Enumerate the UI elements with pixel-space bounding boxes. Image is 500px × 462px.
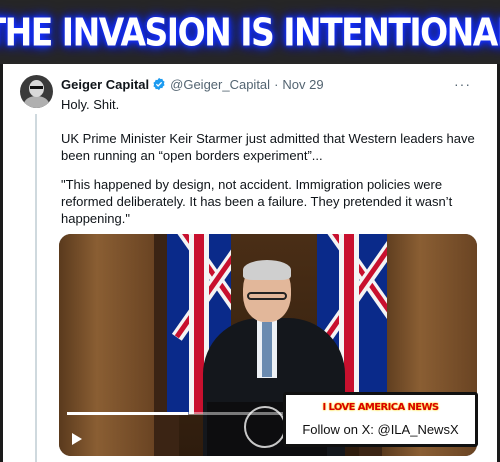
more-options-icon[interactable]: ···	[454, 76, 471, 92]
watermark-follow-text: Follow on X: @ILA_NewsX	[302, 422, 459, 437]
tweet-text-line2: UK Prime Minister Keir Starmer just admi…	[61, 131, 475, 163]
tweet-text-quote: "This happened by design, not accident. …	[61, 177, 453, 226]
author-handle[interactable]: @Geiger_Capital	[170, 77, 270, 92]
wood-panel-left	[59, 234, 154, 456]
verified-badge-icon	[153, 77, 165, 91]
video-seek-fill	[67, 412, 188, 415]
headline-banner: THE INVASION IS INTENTIONAL	[0, 0, 500, 64]
dot-separator: ·	[274, 76, 279, 92]
play-icon[interactable]	[72, 433, 82, 445]
tweet-date[interactable]: Nov 29	[282, 77, 323, 92]
tweet-header: Geiger Capital @Geiger_Capital · Nov 29	[61, 76, 324, 92]
headline-text: THE INVASION IS INTENTIONAL	[0, 9, 500, 55]
watermark-brand: I LOVE AMERICA NEWS	[322, 402, 439, 413]
watermark-box: I LOVE AMERICA NEWS Follow on X: @ILA_Ne…	[283, 392, 478, 447]
tweet-text-line1: Holy. Shit.	[61, 97, 120, 112]
author-name[interactable]: Geiger Capital	[61, 77, 149, 92]
thread-line	[35, 114, 37, 462]
avatar[interactable]	[20, 75, 53, 108]
